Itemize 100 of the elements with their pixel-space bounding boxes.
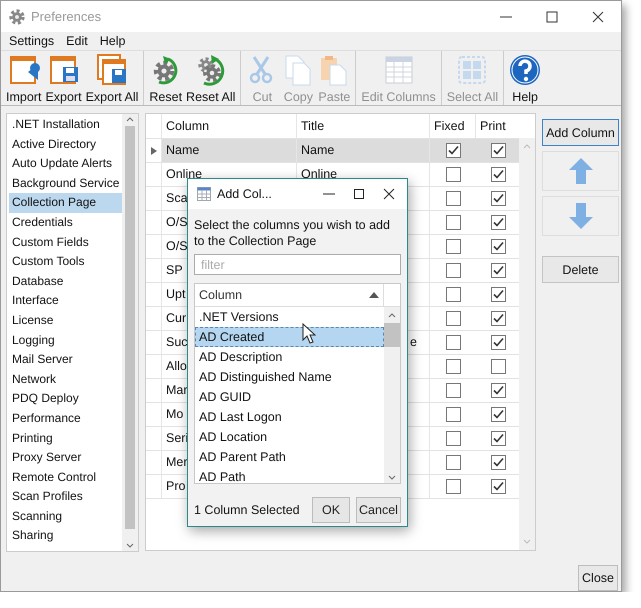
checkbox[interactable] (446, 335, 460, 350)
column-list[interactable]: Column .NET Versions AD Created AD Description AD Distinguished Name AD GUID AD Last Logon AD Location AD Parent Path AD Path (194, 283, 401, 484)
list-item[interactable]: AD Created (195, 327, 384, 347)
sidebar-item[interactable]: Custom Tools (9, 252, 122, 272)
list-item[interactable]: AD GUID (195, 387, 384, 407)
checkbox[interactable] (446, 167, 460, 182)
filter-field[interactable]: filter (194, 254, 401, 275)
checkbox[interactable] (446, 191, 460, 206)
sidebar-item[interactable]: Database (9, 272, 122, 292)
checkbox[interactable] (446, 263, 460, 278)
checkbox[interactable] (446, 143, 460, 158)
table-cell: O/S (166, 215, 188, 229)
checkbox[interactable] (490, 287, 506, 302)
list-item[interactable]: AD Distinguished Name (195, 367, 384, 387)
checkbox[interactable] (490, 215, 506, 230)
checkbox[interactable] (446, 215, 460, 230)
checkbox[interactable] (490, 359, 506, 374)
sidebar-item[interactable]: Mail Server (9, 350, 122, 370)
checkbox[interactable] (446, 479, 460, 494)
add-column-button[interactable]: Add Column (542, 119, 619, 146)
checkbox[interactable] (446, 431, 460, 446)
toolbar-button[interactable]: Help (507, 51, 544, 105)
column-header[interactable]: Title (297, 114, 430, 138)
instructions-text: Select the columns you wish to add to the Collection Page (193, 217, 391, 249)
close-button[interactable]: Close (578, 565, 618, 591)
checkbox[interactable] (446, 287, 460, 302)
checkbox[interactable] (490, 263, 506, 278)
sidebar-item[interactable]: Logging (9, 330, 122, 350)
list-item[interactable]: AD Parent Path (195, 447, 384, 467)
table-cell: Upt (166, 287, 186, 301)
checkbox[interactable] (490, 479, 506, 494)
app-gear-icon (9, 8, 25, 24)
column-header[interactable]: Fixed (430, 114, 476, 138)
checkbox[interactable] (490, 239, 506, 254)
sort-arrow-icon (369, 292, 379, 298)
checkbox[interactable] (490, 455, 506, 470)
sidebar-item[interactable]: Auto Update Alerts (9, 154, 122, 174)
column-header[interactable]: Print (476, 114, 519, 138)
table-cell: Allo (166, 359, 187, 373)
sidebar-item[interactable]: Proxy Server (9, 448, 122, 468)
scrollbar-thumb[interactable] (125, 126, 135, 529)
table-row[interactable]: Name Name (146, 139, 519, 163)
list-item[interactable]: AD Last Logon (195, 407, 384, 427)
checkbox[interactable] (446, 455, 460, 470)
sidebar-item[interactable]: Background Service (9, 174, 122, 194)
list-item[interactable]: AD Location (195, 427, 384, 447)
delete-button[interactable]: Delete (542, 256, 619, 283)
sidebar-item[interactable]: Custom Fields (9, 232, 122, 252)
table-cell: e (410, 335, 417, 349)
sidebar-item[interactable]: Scanning (9, 506, 122, 526)
toolbar-button[interactable]: Import (4, 51, 44, 105)
close-icon[interactable] (383, 188, 395, 200)
sidebar-item[interactable]: Active Directory (9, 134, 122, 154)
sidebar-item[interactable]: Credentials (9, 212, 122, 233)
sidebar-item[interactable]: Sharing (9, 526, 122, 546)
checkbox[interactable] (490, 167, 506, 182)
menu-item[interactable]: Help (94, 34, 132, 48)
checkbox[interactable] (490, 431, 506, 446)
column-header[interactable]: Column (162, 114, 297, 138)
checkbox[interactable] (490, 143, 506, 158)
sidebar-item[interactable]: Network (9, 370, 122, 390)
sidebar-item[interactable]: License (9, 310, 122, 331)
menu-item[interactable]: Settings (3, 34, 60, 48)
sidebar-item[interactable]: Printing (9, 428, 122, 448)
scrollbar[interactable] (122, 114, 138, 551)
checkbox[interactable] (490, 311, 506, 326)
toolbar-button[interactable]: Reset All (184, 51, 238, 105)
ok-button[interactable]: OK (312, 497, 350, 523)
cancel-button[interactable]: Cancel (356, 497, 401, 523)
sidebar-item[interactable]: Collection Page (9, 193, 122, 213)
checkbox[interactable] (446, 383, 460, 398)
checkbox[interactable] (446, 239, 460, 254)
sidebar-item[interactable]: Scan Profiles (9, 487, 122, 507)
sidebar-item[interactable]: .NET Installation (9, 115, 122, 135)
table-cell: Online (301, 167, 338, 181)
scrollbar[interactable] (384, 307, 400, 483)
sidebar-item[interactable]: Interface (9, 291, 122, 311)
chevron-up-icon[interactable] (387, 311, 397, 319)
checkbox[interactable] (446, 407, 460, 422)
list-item[interactable]: AD Description (195, 347, 384, 367)
checkbox[interactable] (490, 191, 506, 206)
maximize-icon[interactable] (353, 188, 365, 200)
checkbox[interactable] (490, 335, 506, 350)
sidebar-item[interactable]: Performance (9, 408, 122, 428)
table-cell: O/S (166, 239, 188, 253)
scrollbar-thumb[interactable] (384, 323, 400, 347)
menu-item[interactable]: Edit (60, 34, 94, 48)
toolbar-button[interactable]: Export (43, 51, 84, 105)
checkbox[interactable] (446, 359, 460, 374)
checkbox[interactable] (490, 383, 506, 398)
toolbar-button[interactable]: Reset (147, 51, 184, 105)
list-item[interactable]: .NET Versions (195, 307, 384, 327)
toolbar-button[interactable]: Export All (84, 51, 140, 105)
sidebar-item[interactable]: PDQ Deploy (9, 389, 122, 409)
window-title: Preferences (31, 9, 102, 24)
checkbox[interactable] (446, 311, 460, 326)
list-item[interactable]: AD Path (195, 467, 384, 483)
sidebar-item[interactable]: Remote Control (9, 468, 122, 488)
column-header[interactable]: Column (195, 284, 365, 306)
checkbox[interactable] (490, 407, 506, 422)
